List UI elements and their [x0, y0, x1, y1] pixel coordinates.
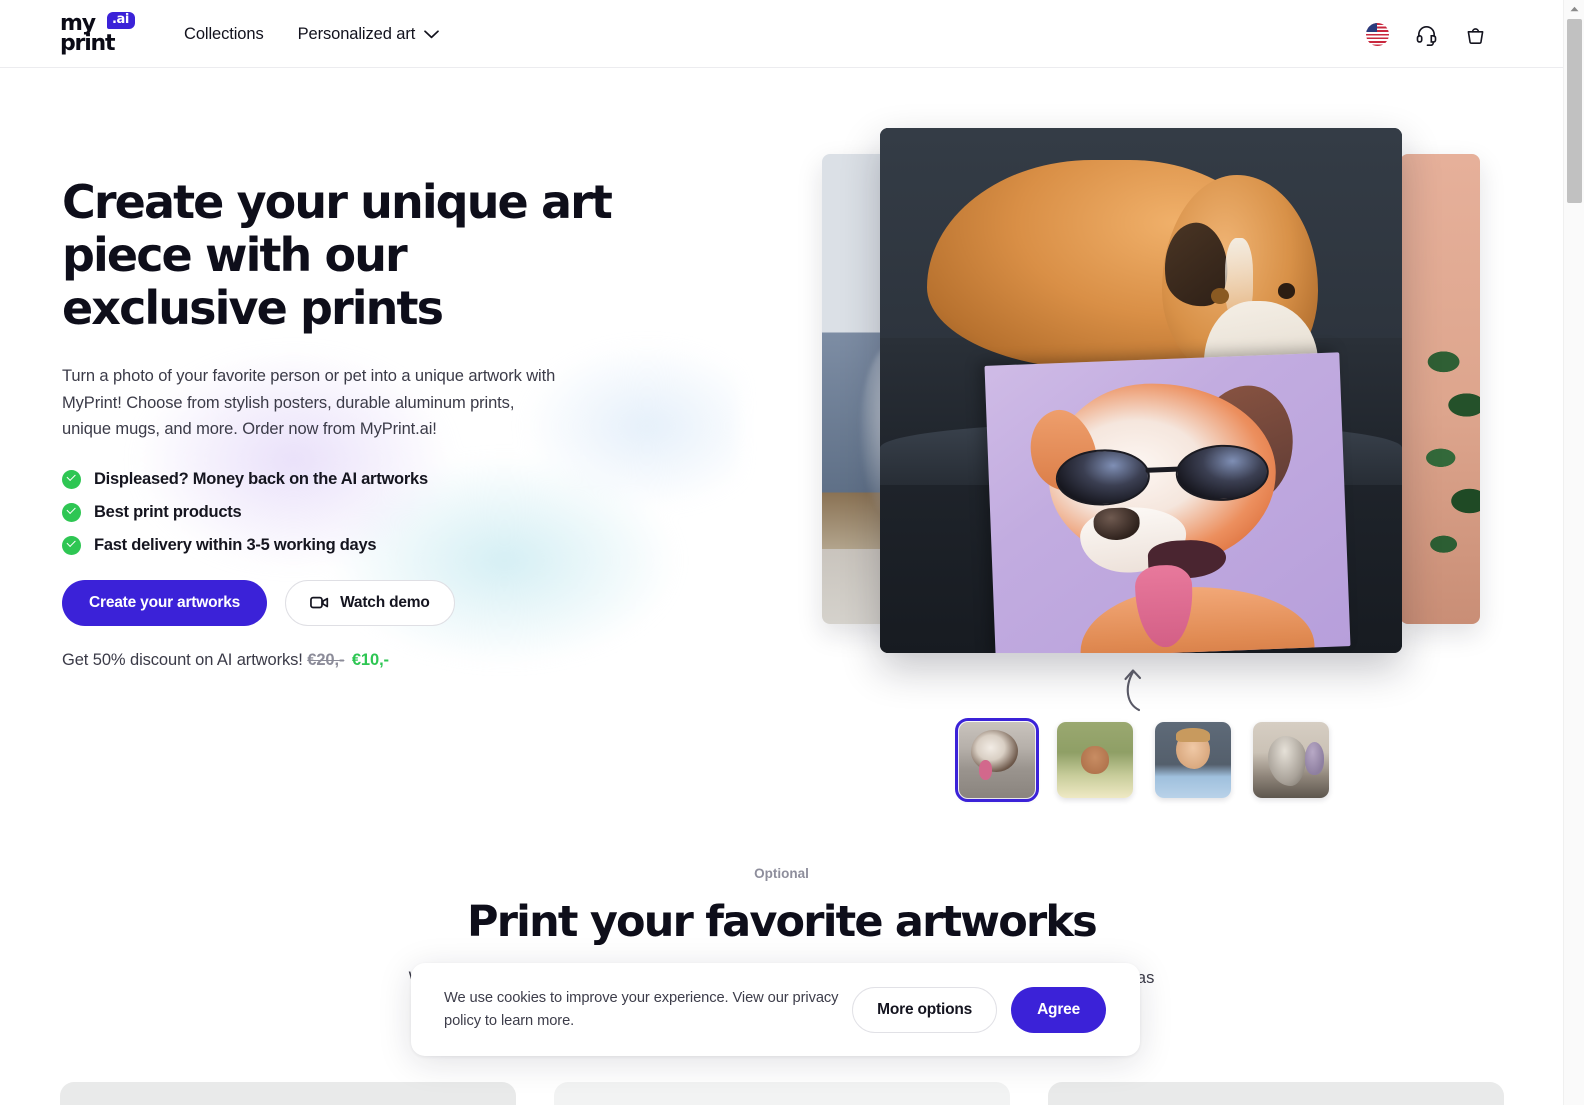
shopping-bag-icon: [1467, 27, 1484, 44]
header-icon-group: [1366, 0, 1487, 68]
headset-support-icon: [1416, 25, 1437, 46]
benefit-label: Fast delivery within 3-5 working days: [94, 535, 377, 554]
hero-content: Create your unique art piece with our ex…: [62, 176, 662, 670]
benefit-item: Best print products: [62, 502, 662, 522]
gallery-main-image[interactable]: [880, 128, 1402, 653]
photo-dog-eye-right: [1277, 282, 1296, 299]
scroll-up-button[interactable]: [1564, 0, 1584, 17]
logo-line-2: print: [60, 31, 116, 56]
browser-viewport: my print .ai Collections Personalized ar…: [0, 0, 1584, 1105]
watch-demo-button[interactable]: Watch demo: [285, 579, 455, 626]
main-navigation: Collections Personalized art: [184, 0, 440, 68]
site-header: my print .ai Collections Personalized ar…: [0, 0, 1563, 68]
watch-demo-label: Watch demo: [340, 593, 430, 611]
nav-label-personalized-art: Personalized art: [297, 24, 416, 43]
page-title: Create your unique art piece with our ex…: [62, 175, 613, 335]
thumbnail-child[interactable]: [1057, 722, 1133, 798]
create-artworks-button[interactable]: Create your artworks: [62, 579, 268, 626]
discount-text: Get 50% discount on AI artworks!: [62, 650, 303, 669]
logo-myprint[interactable]: my print .ai: [60, 12, 144, 58]
page-content: my print .ai Collections Personalized ar…: [0, 0, 1563, 1105]
chevron-down-icon: [424, 29, 440, 38]
video-camera-icon: [310, 596, 329, 609]
product-card[interactable]: [1047, 1082, 1504, 1105]
nav-item-collections[interactable]: Collections: [184, 25, 264, 44]
cookie-actions: More options Agree: [852, 986, 1106, 1033]
check-circle-icon: [62, 502, 81, 522]
page-scrollbar[interactable]: [1563, 0, 1584, 1105]
product-card[interactable]: [553, 1082, 1010, 1105]
nav-label-collections: Collections: [184, 24, 264, 43]
agree-button[interactable]: Agree: [1011, 986, 1106, 1033]
us-flag-icon: [1366, 22, 1389, 46]
cta-row: Create your artworks Watch demo: [62, 579, 662, 626]
nav-item-personalized-art[interactable]: Personalized art: [298, 25, 440, 44]
price-old: €20,-: [307, 650, 345, 669]
benefit-item: Fast delivery within 3-5 working days: [62, 535, 662, 555]
cart-button[interactable]: [1464, 23, 1487, 46]
section-eyebrow: Optional: [754, 866, 809, 881]
photo-dog-eye-left: [1211, 288, 1230, 304]
section-title: Print your favorite artworks: [467, 897, 1098, 947]
canvas-print-artwork: [984, 352, 1351, 653]
cookie-message: We use cookies to improve your experienc…: [444, 989, 839, 1029]
benefit-label: Best print products: [94, 502, 242, 521]
more-options-button[interactable]: More options: [852, 986, 998, 1033]
benefit-label: Displeased? Money back on the AI artwork…: [94, 469, 428, 488]
check-circle-icon: [62, 469, 81, 489]
product-cards-row: [0, 1082, 1563, 1105]
thumbnail-gallery: [955, 718, 1329, 802]
thumbnail-cat[interactable]: [1253, 722, 1329, 798]
hero-subtitle: Turn a photo of your favorite person or …: [62, 367, 556, 438]
price-new: €10,-: [351, 650, 389, 669]
logo-ai-badge: .ai: [107, 12, 135, 30]
thumbnail-man[interactable]: [1155, 722, 1231, 798]
language-selector-button[interactable]: [1366, 22, 1389, 46]
scroll-up-arrow-icon: [1570, 6, 1579, 11]
gallery-back-image-right: [1400, 154, 1480, 624]
benefits-list: Displeased? Money back on the AI artwork…: [62, 469, 662, 555]
product-card[interactable]: [59, 1082, 516, 1105]
scrollbar-thumb[interactable]: [1567, 19, 1582, 203]
support-button[interactable]: [1415, 23, 1438, 46]
scrollbar-track[interactable]: [1564, 203, 1584, 1105]
check-circle-icon: [62, 535, 81, 555]
artwork-dog-chest: [1078, 582, 1316, 653]
benefit-item: Displeased? Money back on the AI artwork…: [62, 469, 662, 489]
hero-gallery: [800, 120, 1500, 820]
artwork-sunglasses-icon: [1054, 443, 1270, 508]
thumbnail-dog[interactable]: [955, 718, 1039, 802]
discount-line: Get 50% discount on AI artworks! €20,- €…: [62, 651, 662, 670]
cookie-consent-banner: We use cookies to improve your experienc…: [411, 963, 1140, 1056]
curved-up-arrow-icon: [1124, 669, 1142, 712]
